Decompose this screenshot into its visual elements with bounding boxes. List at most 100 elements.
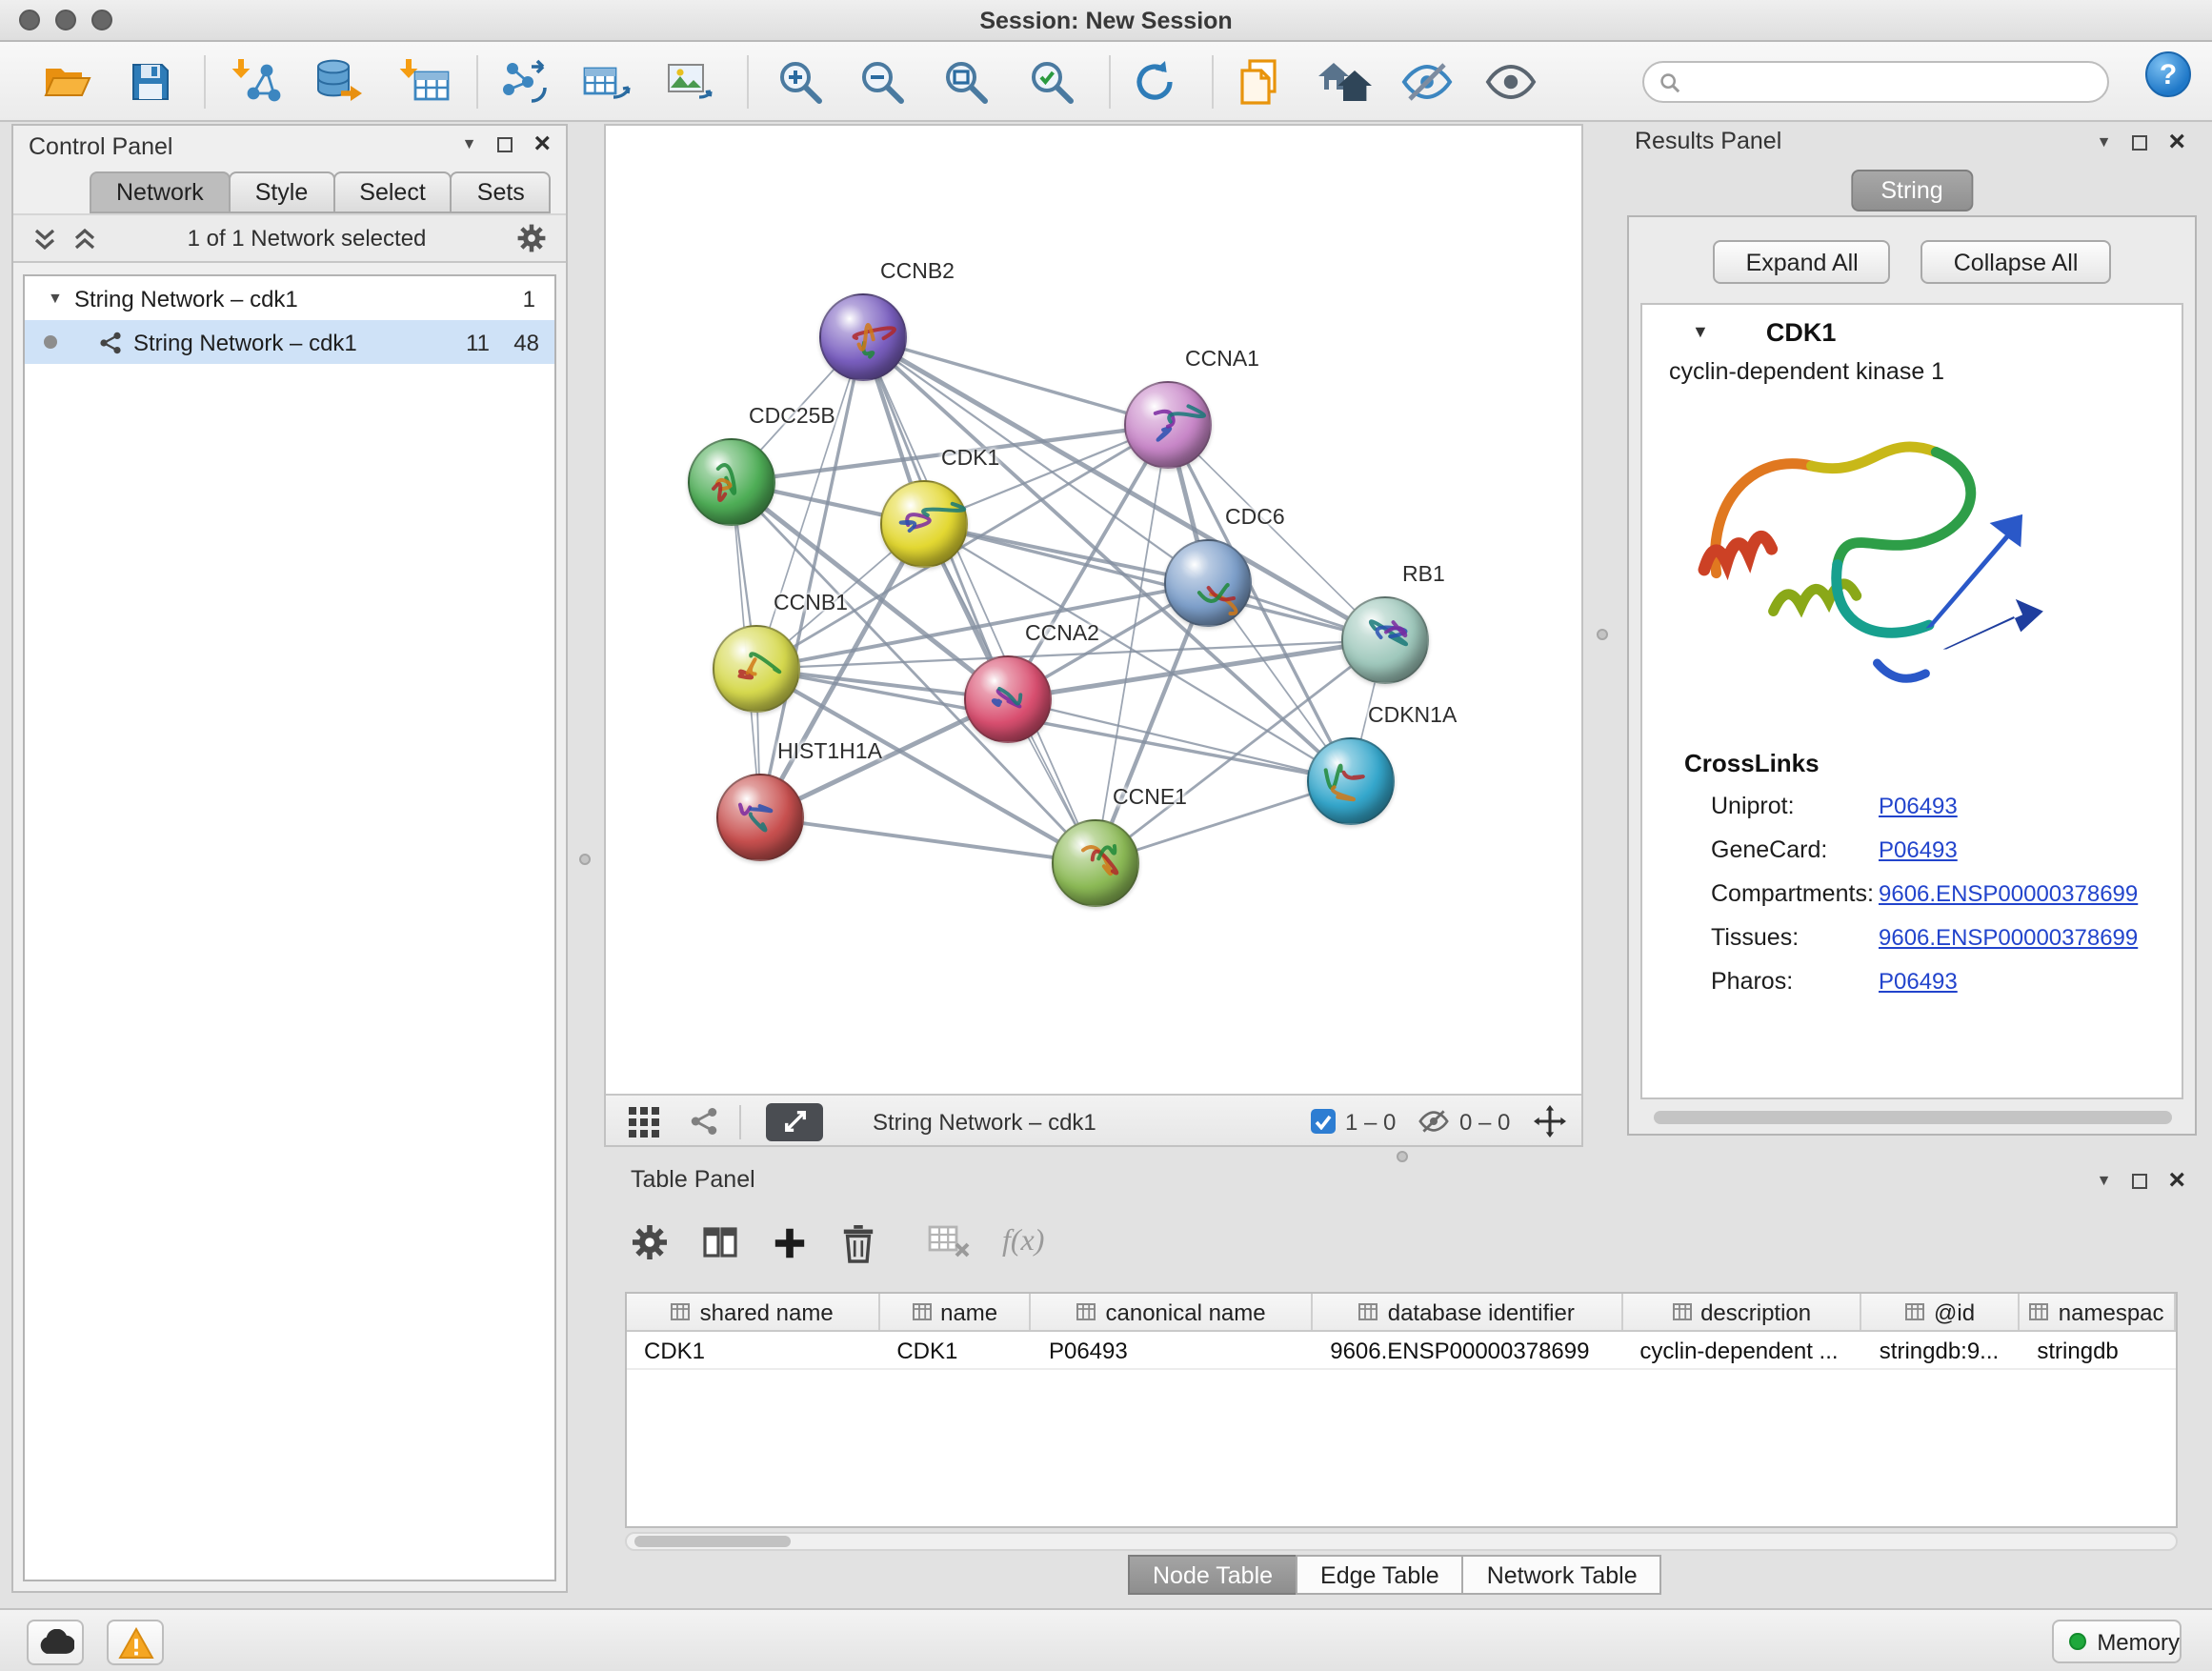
table-cell[interactable]: 9606.ENSP00000378699 [1313, 1332, 1622, 1368]
network-row[interactable]: String Network – cdk1 11 48 [25, 320, 554, 364]
table-horizontal-scrollbar[interactable] [625, 1532, 2178, 1551]
zoom-out-button[interactable] [850, 50, 915, 114]
left-splitter-handle[interactable] [579, 854, 591, 865]
home-button[interactable] [1313, 50, 1377, 114]
column-header--id[interactable]: @id [1862, 1294, 2021, 1330]
delete-column-trash-icon[interactable] [840, 1222, 876, 1262]
network-node-cdc6[interactable] [1164, 539, 1252, 627]
open-session-button[interactable] [34, 50, 99, 114]
table-panel-close-icon[interactable]: × [2168, 1172, 2185, 1191]
control-panel-maximize-icon[interactable] [497, 137, 513, 152]
table-cell[interactable]: cyclin-dependent ... [1622, 1332, 1861, 1368]
tab-network[interactable]: Network [90, 171, 231, 213]
expand-all-icon[interactable] [72, 228, 97, 249]
network-node-ccna2[interactable] [964, 655, 1052, 743]
apply-layout-button[interactable] [1122, 50, 1187, 114]
crosslink-link[interactable]: 9606.ENSP00000378699 [1879, 880, 2138, 907]
network-node-ccna1[interactable] [1124, 381, 1212, 469]
pan-mode-button[interactable] [1534, 1096, 1566, 1147]
control-panel-close-icon[interactable]: × [533, 135, 551, 154]
crosslink-link[interactable]: P06493 [1879, 968, 1958, 995]
export-network-button[interactable] [492, 50, 556, 114]
column-header-canonical-name[interactable]: canonical name [1032, 1294, 1313, 1330]
function-builder-icon[interactable]: f(x) [1002, 1225, 1044, 1259]
zoom-in-button[interactable] [768, 50, 833, 114]
show-graphics-details-button[interactable] [1478, 50, 1543, 114]
crosslink-link[interactable]: P06493 [1879, 793, 1958, 819]
control-panel-float-icon[interactable]: ▼ [462, 137, 477, 152]
grid-view-button[interactable] [629, 1096, 659, 1147]
results-panel-maximize-icon[interactable] [2132, 135, 2147, 151]
table-cell[interactable]: stringdb [2020, 1332, 2176, 1368]
collapse-all-button[interactable]: Collapse All [1921, 240, 2111, 284]
delete-table-icon[interactable] [928, 1225, 970, 1259]
import-network-file-button[interactable] [225, 50, 290, 114]
column-header-shared-name[interactable]: shared name [627, 1294, 879, 1330]
column-header-description[interactable]: description [1622, 1294, 1861, 1330]
right-splitter-handle[interactable] [1597, 629, 1608, 640]
gear-icon[interactable] [516, 223, 547, 253]
results-panel-title: Results Panel [1635, 128, 1781, 154]
expand-all-button[interactable]: Expand All [1714, 240, 1891, 284]
collapse-all-icon[interactable] [32, 228, 57, 249]
tab-edge-table[interactable]: Edge Table [1296, 1555, 1464, 1595]
search-input[interactable] [1690, 67, 2107, 97]
network-collection-row[interactable]: ▼ String Network – cdk1 1 [25, 276, 554, 320]
tree-caret-icon[interactable]: ▼ [48, 291, 74, 306]
network-node-cdc25b[interactable] [688, 438, 775, 526]
network-canvas[interactable]: CCNB2CCNA1CDC25BCDK1CDC6RB1CCNB1CCNA2CDK… [606, 126, 1581, 1094]
table-cell[interactable]: CDK1 [879, 1332, 1032, 1368]
results-panel-float-icon[interactable]: ▼ [2097, 135, 2112, 151]
zoom-selected-button[interactable] [1019, 50, 1084, 114]
import-table-button[interactable] [392, 50, 457, 114]
import-network-database-button[interactable] [307, 50, 372, 114]
results-scrollbar[interactable] [1653, 1111, 2171, 1124]
checkbox-icon[interactable] [1311, 1109, 1336, 1134]
save-session-button[interactable] [118, 50, 183, 114]
table-settings-gear-icon[interactable] [631, 1223, 669, 1261]
crosslink-link[interactable]: P06493 [1879, 836, 1958, 863]
tab-node-table[interactable]: Node Table [1128, 1555, 1297, 1595]
column-header-name[interactable]: name [879, 1294, 1032, 1330]
network-node-hist1h1a[interactable] [716, 774, 804, 861]
crosslink-link[interactable]: 9606.ENSP00000378699 [1879, 924, 2138, 951]
bottom-splitter-handle[interactable] [1397, 1151, 1408, 1162]
add-column-icon[interactable] [772, 1224, 808, 1260]
hide-selected-button[interactable] [1395, 50, 1459, 114]
scrollbar-thumb[interactable] [634, 1536, 791, 1547]
network-node-ccne1[interactable] [1052, 819, 1139, 907]
network-node-ccnb1[interactable] [713, 625, 800, 713]
table-panel-float-icon[interactable]: ▼ [2097, 1174, 2112, 1189]
help-button[interactable]: ? [2145, 51, 2191, 97]
search-field[interactable] [1642, 61, 2109, 103]
table-cell[interactable]: P06493 [1032, 1332, 1313, 1368]
column-header-namespac[interactable]: namespac [2020, 1294, 2176, 1330]
network-node-rb1[interactable] [1341, 596, 1429, 684]
tab-select[interactable]: Select [332, 171, 452, 213]
table-cell[interactable]: stringdb:9... [1862, 1332, 2021, 1368]
zoom-fit-button[interactable] [934, 50, 998, 114]
cloud-status-button[interactable] [27, 1620, 84, 1665]
export-table-button[interactable] [573, 50, 638, 114]
network-node-ccnb2[interactable] [819, 293, 907, 381]
copy-document-button[interactable] [1227, 50, 1292, 114]
warnings-button[interactable] [107, 1620, 164, 1665]
tab-style[interactable]: Style [229, 171, 335, 213]
network-node-cdkn1a[interactable] [1307, 737, 1395, 825]
table-cell[interactable]: CDK1 [627, 1332, 879, 1368]
tab-sets[interactable]: Sets [451, 171, 552, 213]
tab-network-table[interactable]: Network Table [1462, 1555, 1662, 1595]
memory-button[interactable]: Memory [2052, 1620, 2182, 1663]
show-columns-icon[interactable] [701, 1223, 739, 1261]
export-image-button[interactable] [657, 50, 722, 114]
network-node-cdk1[interactable] [880, 480, 968, 568]
gene-description: cyclin-dependent kinase 1 [1669, 358, 2182, 385]
birdseye-view-button[interactable] [766, 1096, 823, 1147]
tab-string[interactable]: String [1850, 170, 1973, 211]
table-row[interactable]: CDK1CDK1P064939606.ENSP00000378699cyclin… [627, 1332, 2176, 1370]
table-panel-maximize-icon[interactable] [2132, 1174, 2147, 1189]
network-list-button[interactable] [690, 1096, 718, 1147]
column-header-database-identifier[interactable]: database identifier [1313, 1294, 1622, 1330]
results-panel-close-icon[interactable]: × [2168, 133, 2185, 152]
gene-collapse-icon[interactable]: ▼ [1692, 322, 1709, 341]
